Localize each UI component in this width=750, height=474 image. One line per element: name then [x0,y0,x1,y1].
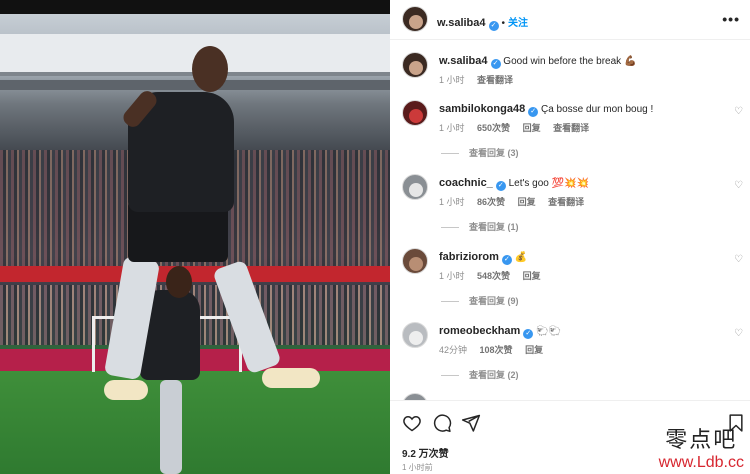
post-timestamp: 1 小时前 [402,463,433,472]
heart-icon[interactable]: ♡ [733,180,744,191]
comment-translate-link[interactable]: 查看翻译 [548,197,584,207]
comment-time: 1 小时 [439,123,465,133]
comment-avatar[interactable] [402,393,428,400]
watermark-url: www.Ldb.cc [658,454,744,471]
comment-username[interactable]: romeobeckham [439,325,520,337]
comment-meta: 1 小时 86次赞 回复 查看翻译 [439,195,594,208]
verified-icon: ✓ [501,255,512,265]
verified-icon: ✓ [495,181,506,191]
comment-likes[interactable]: 548次赞 [477,271,510,281]
view-replies-label: 查看回复 (1) [469,222,519,232]
comment-text-line: fabriziorom ✓ 💰 [439,251,527,265]
comment-icon[interactable] [432,413,452,433]
heart-icon[interactable]: ♡ [733,328,744,339]
post-header: w.saliba4 ✓ • 关注 ••• [390,0,750,40]
heart-icon[interactable] [402,413,422,433]
comment-username[interactable]: sambilokonga48 [439,103,525,115]
verified-icon: ✓ [523,329,534,339]
comment-reply-link[interactable]: 回复 [518,197,536,207]
comment-time: 1 小时 [439,197,465,207]
heart-icon[interactable]: ♡ [733,254,744,265]
follow-button[interactable]: 关注 [508,18,528,29]
comments-list[interactable]: w.saliba4 ✓ Good win before the break 💪🏾 … [390,41,750,400]
view-replies-label: 查看回复 (3) [469,148,519,158]
view-replies-link[interactable]: 查看回复 (3) [441,146,519,159]
comment-text-line: coachnic_ ✓ Let's goo 💯💥💥 [439,177,589,191]
watermark-cn: 零点吧 [665,428,738,453]
caption-meta: 1 小时 查看翻译 [439,73,523,86]
comment-emoji: 🐑🐑 [536,326,561,337]
post-photo[interactable] [0,0,390,474]
caption-username[interactable]: w.saliba4 [439,55,488,67]
comment-avatar[interactable] [402,322,428,348]
comment-item: romeobeckham ✓ 🐑🐑 42分钟 108次赞 回复 ♡ 查看回复 (2… [390,322,750,382]
view-replies-link[interactable]: 查看回复 (2) [441,368,519,381]
comment-avatar[interactable] [402,174,428,200]
comment-likes[interactable]: 108次赞 [480,345,513,355]
caption: w.saliba4 ✓ Good win before the break 💪🏾 … [390,52,750,92]
more-icon[interactable]: ••• [722,11,740,27]
verified-icon: ✓ [528,107,539,117]
replies-divider [441,153,459,155]
heart-icon[interactable]: ♡ [733,106,744,117]
comment-likes[interactable]: 650次赞 [477,123,510,133]
verified-icon: ✓ [488,21,499,31]
author-avatar[interactable] [402,6,428,32]
player-left-boot [104,380,148,400]
comment-avatar[interactable] [402,248,428,274]
pitch [0,371,390,474]
comment-avatar[interactable] [402,100,428,126]
background-player-head [166,266,192,298]
photo-top-bar [0,0,390,14]
comment-text-line: romeobeckham ✓ 🐑🐑 [439,325,561,339]
view-replies-link[interactable]: 查看回复 (1) [441,220,519,233]
comment-item: fabriziorom ✓ 💰 1 小时 548次赞 回复 ♡ 查看回复 (9) [390,248,750,308]
replies-divider [441,375,459,377]
comment-username[interactable]: fabriziorom [439,251,499,263]
comment-time: 42分钟 [439,345,468,355]
post-side-panel: w.saliba4 ✓ • 关注 ••• w.saliba4 ✓ Good win be… [390,0,750,474]
comment-text: Ça bosse dur mon boug ! [540,104,654,115]
comment-item: coachnic_ ✓ Let's goo 💯💥💥 1 小时 86次赞 回复 查看… [390,174,750,234]
player-right-boot [262,368,320,388]
caption-text: Good win before the break [503,56,622,67]
comment-time: 1 小时 [439,271,465,281]
separator-dot: • [501,18,506,29]
caption-avatar[interactable] [402,52,428,78]
view-replies-link[interactable]: 查看回复 (9) [441,294,519,307]
caption-emoji: 💪🏾 [623,56,637,67]
replies-divider [441,227,459,229]
header-line: w.saliba4 ✓ • 关注 [437,13,528,31]
comment-emoji: 💯💥💥 [551,178,590,189]
caption-time: 1 小时 [439,75,465,85]
view-replies-label: 查看回复 (9) [469,296,519,306]
comment-reply-link[interactable]: 回复 [525,345,543,355]
comment-meta: 1 小时 548次赞 回复 [439,269,551,282]
replies-divider [441,301,459,303]
caption-text-line: w.saliba4 ✓ Good win before the break 💪🏾 [439,55,636,69]
player-head [192,46,228,92]
view-replies-label: 查看回复 (2) [469,370,519,380]
comment-item: sambilokonga48 ✓ Ça bosse dur mon boug ! … [390,100,750,160]
post-likes-count[interactable]: 9.2 万次赞 [402,445,449,460]
background-player-leg [160,380,182,474]
comment-meta: 1 小时 650次赞 回复 查看翻译 [439,121,599,134]
comment-item-partial [390,393,750,400]
caption-translate-link[interactable]: 查看翻译 [477,75,513,85]
comment-meta: 42分钟 108次赞 回复 [439,343,553,356]
watermark: 零点吧 www.Ldb.cc [659,422,744,472]
comment-text: Let's goo [508,178,549,189]
comment-reply-link[interactable]: 回复 [523,123,541,133]
comment-text-line: sambilokonga48 ✓ Ça bosse dur mon boug ! [439,103,653,117]
verified-icon: ✓ [490,59,501,69]
ad-board-upper [0,266,390,282]
comment-emoji: 💰 [514,252,528,263]
comment-username[interactable]: coachnic_ [439,177,493,189]
comment-likes[interactable]: 86次赞 [477,197,505,207]
author-username[interactable]: w.saliba4 [437,17,486,29]
comment-reply-link[interactable]: 回复 [523,271,541,281]
share-icon[interactable] [461,413,481,433]
comment-translate-link[interactable]: 查看翻译 [553,123,589,133]
